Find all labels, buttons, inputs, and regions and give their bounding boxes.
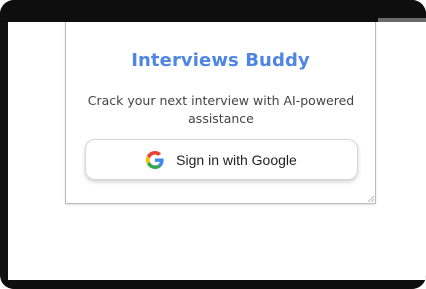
extension-popup: Interviews Buddy Crack your next intervi… — [65, 22, 376, 204]
device-frame: Interviews Buddy Crack your next intervi… — [0, 0, 426, 289]
popup-title: Interviews Buddy — [131, 50, 310, 71]
resize-grip-icon[interactable] — [368, 196, 374, 202]
popup-subtitle: Crack your next interview with AI-powere… — [87, 93, 355, 126]
browser-top-bar — [0, 0, 426, 22]
bottom-frame-bar — [0, 280, 426, 289]
google-g-icon — [146, 150, 164, 169]
google-signin-button[interactable]: Sign in with Google — [85, 139, 358, 180]
signin-button-label: Sign in with Google — [176, 151, 297, 168]
